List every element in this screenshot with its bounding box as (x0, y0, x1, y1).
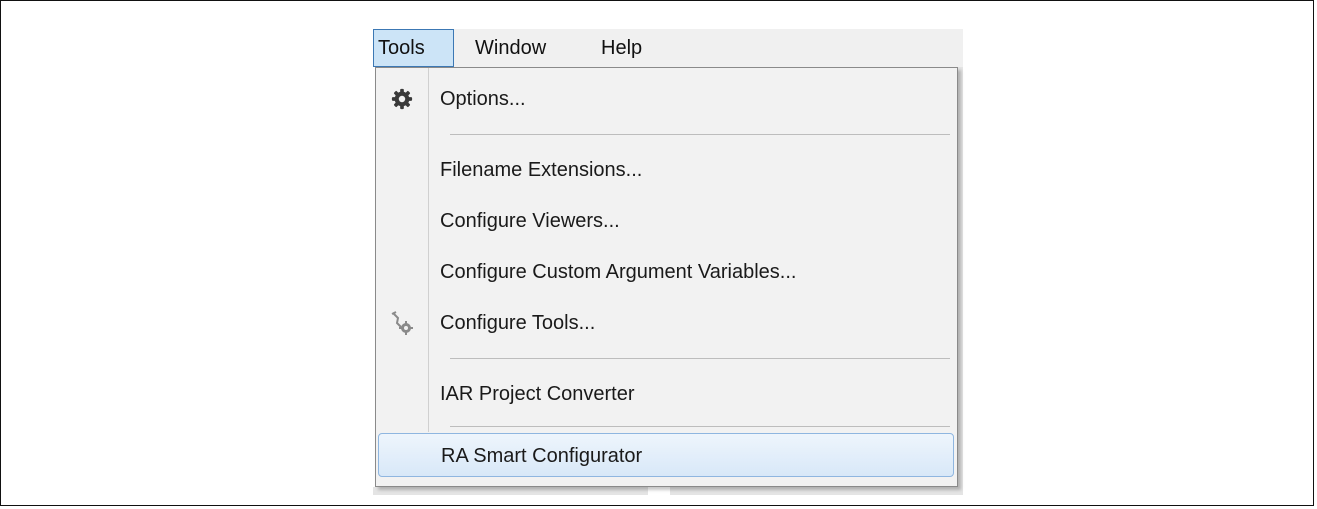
menu-separator (450, 134, 950, 135)
menu-item-label: Options... (440, 88, 526, 110)
tools-dropdown-menu: Options... Filename Extensions... Config… (375, 67, 958, 487)
menu-item-configure-tools[interactable]: Configure Tools... (376, 301, 957, 345)
menu-item-filename-extensions[interactable]: Filename Extensions... (376, 148, 957, 192)
menu-separator (450, 358, 950, 359)
menu-item-label: RA Smart Configurator (441, 445, 643, 467)
window-background-gap (648, 487, 670, 495)
menu-item-label: Configure Custom Argument Variables... (440, 261, 797, 283)
menu-item-options[interactable]: Options... (376, 77, 957, 121)
menu-window[interactable]: Window (471, 29, 550, 67)
gear-icon (388, 85, 416, 113)
menu-bar: Tools Window Help (373, 29, 963, 67)
menu-item-ra-smart-configurator[interactable]: RA Smart Configurator (378, 433, 954, 477)
menu-item-label: IAR Project Converter (440, 383, 635, 405)
menu-tools[interactable]: Tools (373, 29, 454, 67)
menu-help[interactable]: Help (597, 29, 646, 67)
menu-item-label: Configure Viewers... (440, 210, 620, 232)
menu-item-label: Filename Extensions... (440, 159, 643, 181)
menu-separator (450, 426, 950, 427)
menu-item-configure-custom-argument-variables[interactable]: Configure Custom Argument Variables... (376, 250, 957, 294)
menu-item-iar-project-converter[interactable]: IAR Project Converter (376, 372, 957, 416)
menu-item-configure-viewers[interactable]: Configure Viewers... (376, 199, 957, 243)
tools-gear-icon (388, 309, 416, 337)
menu-item-label: Configure Tools... (440, 312, 596, 334)
